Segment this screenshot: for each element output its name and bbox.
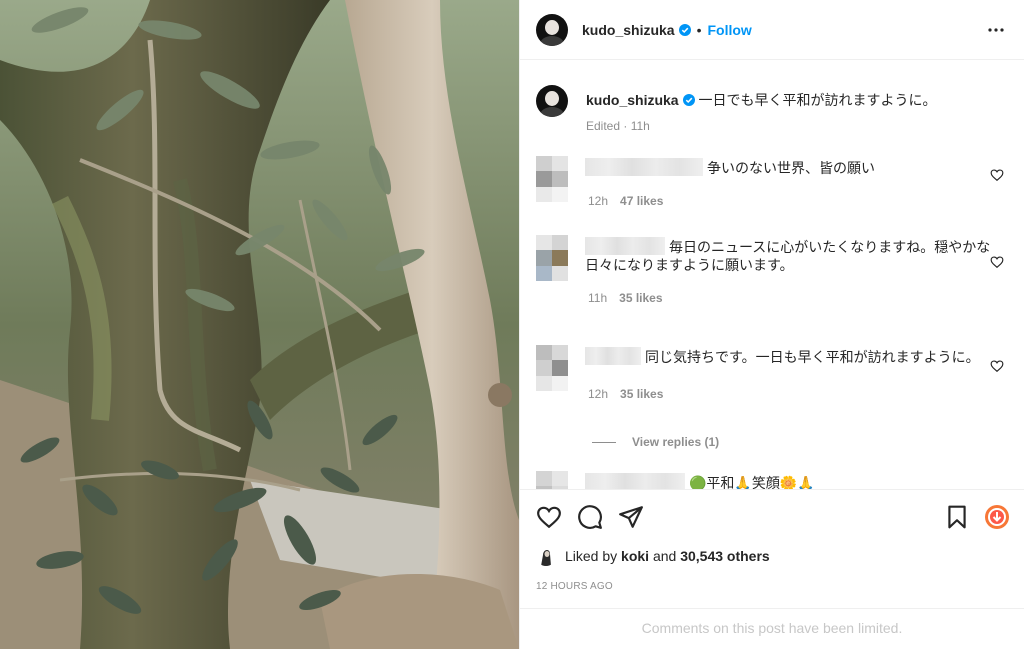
comment-body: 毎日のニュースに心がいたくなりますね。穏やかな日々になりますように願います。 [585,235,1008,281]
comment-icon[interactable] [577,504,603,530]
comment-body: 🟢平和🙏笑顔🌼🙏 [585,471,1008,489]
verified-badge-icon [678,23,691,36]
follow-button[interactable]: Follow [708,22,752,38]
header-separator: • [696,21,702,38]
blurred-username[interactable] [585,237,665,255]
comment-likes[interactable]: 35 likes [619,291,662,305]
view-replies-button[interactable]: View replies (1) [592,435,719,449]
verified-badge-icon [682,94,695,106]
comment-item: 争いのない世界、皆の願い 12h 47 likes [536,156,1008,208]
share-icon[interactable] [618,504,644,530]
likes-count[interactable]: 30,543 others [680,548,770,564]
comment-meta: 11h 35 likes [588,291,1008,305]
author-avatar[interactable] [536,13,568,46]
comment-like-heart-icon[interactable] [990,359,1004,373]
comment-likes[interactable]: 47 likes [620,194,663,208]
post-timestamp[interactable]: 12 HOURS AGO [536,581,613,592]
blurred-username[interactable] [585,473,685,489]
author-username[interactable]: kudo_shizuka [582,22,675,38]
activity-icon[interactable] [984,504,1010,530]
bookmark-icon[interactable] [944,504,970,530]
likes-summary: Liked by koki and 30,543 others [536,546,770,566]
comment-text: 同じ気持ちです。一日も早く平和が訪れますように。 [645,349,980,365]
comment-time: 11h [588,291,608,305]
caption-body: kudo_shizuka 一日でも早く平和が訪れますように。 [586,85,936,117]
comments-limited-notice: Comments on this post have been limited. [520,608,1024,649]
heart-icon[interactable] [536,504,562,530]
likes-user[interactable]: koki [621,548,649,564]
post-actions: Liked by koki and 30,543 others 12 HOURS… [520,489,1024,649]
comment-item: 毎日のニュースに心がいたくなりますね。穏やかな日々になりますように願います。 1… [536,235,1008,305]
comment-like-heart-icon[interactable] [990,255,1004,269]
comment-likes[interactable]: 35 likes [620,387,663,401]
liker-avatar[interactable] [536,546,556,566]
caption-username[interactable]: kudo_shizuka [586,92,679,108]
comment-item: 同じ気持ちです。一日も早く平和が訪れますように。 12h 35 likes [536,345,1008,401]
blurred-username[interactable] [585,158,703,176]
pixelated-avatar[interactable] [536,345,568,391]
comment-time: 12h [588,387,609,401]
blurred-username[interactable] [585,347,641,365]
more-options-icon [988,27,1004,32]
post-detail-panel: kudo_shizuka • Follow kudo_shizuka 一日でも早… [519,0,1024,649]
comment-text: 🟢平和🙏笑顔🌼🙏 [689,475,815,489]
post-caption: kudo_shizuka 一日でも早く平和が訪れますように。 Edited · … [536,85,1008,133]
comment-body: 同じ気持ちです。一日も早く平和が訪れますように。 [585,345,1008,391]
action-bar [536,504,1010,530]
comment-time: 12h [588,194,609,208]
comment-like-heart-icon[interactable] [990,168,1004,182]
olive-tree-photo [0,0,519,649]
comments-list[interactable]: kudo_shizuka 一日でも早く平和が訪れますように。 Edited · … [520,61,1024,489]
caption-avatar[interactable] [536,85,568,117]
post-photo[interactable] [0,0,519,649]
liker-avatar-image [536,546,556,566]
likes-middle: and [652,548,677,564]
comment-item-partial: 🟢平和🙏笑顔🌼🙏 [536,471,1008,489]
pixelated-avatar[interactable] [536,471,568,489]
caption-meta: Edited · 11h [586,119,650,133]
post-header: kudo_shizuka • Follow [520,0,1024,60]
more-options-button[interactable] [984,18,1008,42]
pixelated-avatar[interactable] [536,156,568,202]
comment-text: 争いのない世界、皆の願い [707,160,875,176]
likes-prefix: Liked by [565,548,618,564]
pixelated-avatar[interactable] [536,235,568,281]
caption-text: 一日でも早く平和が訪れますように。 [698,92,937,108]
